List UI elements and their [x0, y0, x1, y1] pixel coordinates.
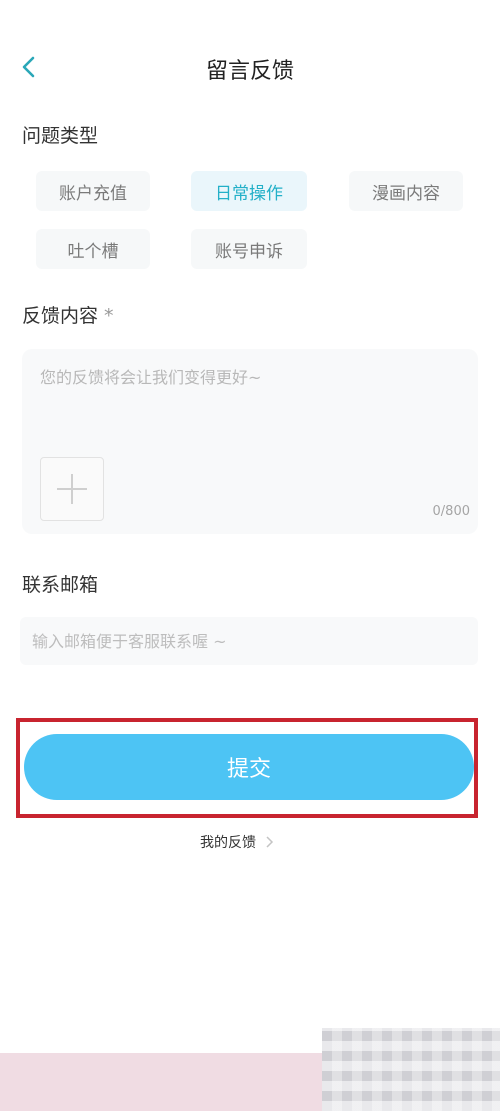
issue-type-title: 问题类型 — [22, 125, 99, 147]
plus-icon — [57, 474, 87, 504]
chip-account-appeal[interactable]: 账号申诉 — [191, 229, 307, 269]
submit-button[interactable]: 提交 — [24, 734, 474, 800]
chip-comic-content[interactable]: 漫画内容 — [349, 171, 463, 211]
pixelated-watermark — [322, 1028, 500, 1111]
feedback-placeholder: 您的反馈将会让我们变得更好~ — [40, 368, 262, 387]
chip-complain[interactable]: 吐个槽 — [36, 229, 150, 269]
email-title: 联系邮箱 — [22, 574, 99, 596]
required-mark: * — [104, 305, 114, 327]
my-feedback-link[interactable]: 我的反馈 — [200, 832, 276, 852]
page-title: 留言反馈 — [205, 59, 294, 84]
char-counter: 0/800 — [432, 504, 470, 519]
chevron-right-icon — [266, 836, 274, 848]
feedback-title: 反馈内容 * — [22, 301, 114, 328]
feedback-title-label: 反馈内容 — [22, 305, 99, 327]
email-field[interactable] — [20, 617, 478, 665]
my-feedback-label: 我的反馈 — [200, 835, 256, 851]
chip-daily-operation[interactable]: 日常操作 — [191, 171, 307, 211]
add-image-button[interactable] — [40, 457, 104, 521]
chip-account-recharge[interactable]: 账户充值 — [36, 171, 150, 211]
